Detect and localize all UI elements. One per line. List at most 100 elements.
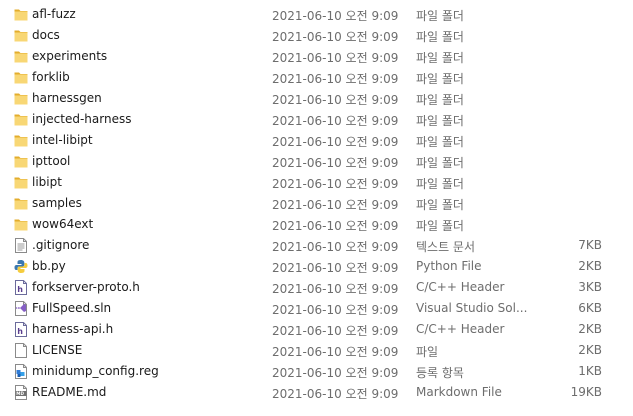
header-file-icon: h (14, 280, 28, 295)
file-row[interactable]: h forkserver-proto.h 2021-06-10 오전 9:09 … (0, 277, 633, 298)
svg-text:h: h (17, 285, 23, 294)
file-name[interactable]: forkserver-proto.h (32, 280, 140, 294)
file-row[interactable]: LICENSE 2021-06-10 오전 9:09 파일 2KB (0, 340, 633, 361)
file-name[interactable]: ipttool (32, 154, 70, 168)
file-name[interactable]: intel-libipt (32, 133, 93, 147)
file-name[interactable]: minidump_config.reg (32, 364, 159, 378)
file-type: 파일 폴더 (416, 219, 464, 233)
file-type: 파일 (416, 345, 439, 359)
python-file-icon (14, 259, 28, 274)
file-type: 파일 폴더 (416, 198, 464, 212)
file-type: 파일 폴더 (416, 72, 464, 86)
file-type: 파일 폴더 (416, 177, 464, 191)
folder-icon (14, 70, 28, 85)
file-name[interactable]: harnessgen (32, 91, 102, 105)
svg-text:MD: MD (16, 391, 24, 396)
file-row[interactable]: harnessgen 2021-06-10 오전 9:09 파일 폴더 (0, 88, 633, 109)
file-date: 2021-06-10 오전 9:09 (272, 93, 399, 107)
file-date: 2021-06-10 오전 9:09 (272, 240, 399, 254)
file-row[interactable]: ipttool 2021-06-10 오전 9:09 파일 폴더 (0, 151, 633, 172)
file-row[interactable]: experiments 2021-06-10 오전 9:09 파일 폴더 (0, 46, 633, 67)
file-type: 파일 폴더 (416, 93, 464, 107)
file-size: 1KB (578, 364, 602, 378)
file-size: 19KB (570, 385, 602, 399)
file-row[interactable]: docs 2021-06-10 오전 9:09 파일 폴더 (0, 25, 633, 46)
file-name[interactable]: README.md (32, 385, 106, 399)
file-size: 2KB (578, 343, 602, 357)
file-name[interactable]: LICENSE (32, 343, 82, 357)
file-date: 2021-06-10 오전 9:09 (272, 324, 399, 338)
folder-icon (14, 154, 28, 169)
file-type: Visual Studio Sol... (416, 301, 528, 315)
file-type: 파일 폴더 (416, 114, 464, 128)
file-row[interactable]: minidump_config.reg 2021-06-10 오전 9:09 등… (0, 361, 633, 382)
header-file-icon: h (14, 322, 28, 337)
file-type: 파일 폴더 (416, 156, 464, 170)
file-date: 2021-06-10 오전 9:09 (272, 135, 399, 149)
file-date: 2021-06-10 오전 9:09 (272, 345, 399, 359)
file-name[interactable]: injected-harness (32, 112, 131, 126)
file-date: 2021-06-10 오전 9:09 (272, 366, 399, 380)
file-size: 7KB (578, 238, 602, 252)
file-type: Markdown File (416, 385, 502, 399)
file-row[interactable]: injected-harness 2021-06-10 오전 9:09 파일 폴… (0, 109, 633, 130)
folder-icon (14, 91, 28, 106)
file-name[interactable]: docs (32, 28, 60, 42)
file-size: 2KB (578, 259, 602, 273)
blank-file-icon (14, 343, 28, 358)
registry-file-icon (14, 364, 28, 379)
file-name[interactable]: FullSpeed.sln (32, 301, 111, 315)
file-row[interactable]: forklib 2021-06-10 오전 9:09 파일 폴더 (0, 67, 633, 88)
folder-icon (14, 175, 28, 190)
markdown-file-icon: MD (14, 385, 28, 400)
file-row[interactable]: bb.py 2021-06-10 오전 9:09 Python File 2KB (0, 256, 633, 277)
folder-icon (14, 7, 28, 22)
file-type: Python File (416, 259, 482, 273)
file-date: 2021-06-10 오전 9:09 (272, 261, 399, 275)
folder-icon (14, 217, 28, 232)
file-name[interactable]: afl-fuzz (32, 7, 76, 21)
file-date: 2021-06-10 오전 9:09 (272, 9, 399, 23)
file-date: 2021-06-10 오전 9:09 (272, 387, 399, 401)
file-row[interactable]: .gitignore 2021-06-10 오전 9:09 텍스트 문서 7KB (0, 235, 633, 256)
file-row[interactable]: h harness-api.h 2021-06-10 오전 9:09 C/C++… (0, 319, 633, 340)
file-row[interactable]: wow64ext 2021-06-10 오전 9:09 파일 폴더 (0, 214, 633, 235)
file-date: 2021-06-10 오전 9:09 (272, 282, 399, 296)
solution-file-icon (14, 301, 28, 316)
file-type: C/C++ Header (416, 280, 505, 294)
file-row[interactable]: intel-libipt 2021-06-10 오전 9:09 파일 폴더 (0, 130, 633, 151)
file-date: 2021-06-10 오전 9:09 (272, 51, 399, 65)
file-date: 2021-06-10 오전 9:09 (272, 198, 399, 212)
file-list: afl-fuzz 2021-06-10 오전 9:09 파일 폴더 docs 2… (0, 0, 633, 416)
file-type: 파일 폴더 (416, 135, 464, 149)
file-type: 파일 폴더 (416, 51, 464, 65)
file-name[interactable]: forklib (32, 70, 70, 84)
file-type: 파일 폴더 (416, 9, 464, 23)
folder-icon (14, 49, 28, 64)
file-row[interactable]: samples 2021-06-10 오전 9:09 파일 폴더 (0, 193, 633, 214)
file-name[interactable]: libipt (32, 175, 62, 189)
svg-text:h: h (17, 327, 23, 336)
folder-icon (14, 28, 28, 43)
file-row[interactable]: FullSpeed.sln 2021-06-10 오전 9:09 Visual … (0, 298, 633, 319)
file-name[interactable]: wow64ext (32, 217, 93, 231)
file-row[interactable]: MD README.md 2021-06-10 오전 9:09 Markdown… (0, 382, 633, 403)
file-name[interactable]: samples (32, 196, 82, 210)
folder-icon (14, 133, 28, 148)
file-date: 2021-06-10 오전 9:09 (272, 303, 399, 317)
file-row[interactable]: libipt 2021-06-10 오전 9:09 파일 폴더 (0, 172, 633, 193)
file-date: 2021-06-10 오전 9:09 (272, 177, 399, 191)
file-date: 2021-06-10 오전 9:09 (272, 156, 399, 170)
file-type: 등록 항목 (416, 366, 464, 380)
file-size: 3KB (578, 280, 602, 294)
file-row[interactable]: afl-fuzz 2021-06-10 오전 9:09 파일 폴더 (0, 4, 633, 25)
file-type: 텍스트 문서 (416, 240, 476, 254)
file-name[interactable]: harness-api.h (32, 322, 113, 336)
file-name[interactable]: .gitignore (32, 238, 89, 252)
file-name[interactable]: bb.py (32, 259, 66, 273)
file-name[interactable]: experiments (32, 49, 107, 63)
file-date: 2021-06-10 오전 9:09 (272, 219, 399, 233)
file-size: 6KB (578, 301, 602, 315)
file-date: 2021-06-10 오전 9:09 (272, 114, 399, 128)
text-file-icon (14, 238, 28, 253)
